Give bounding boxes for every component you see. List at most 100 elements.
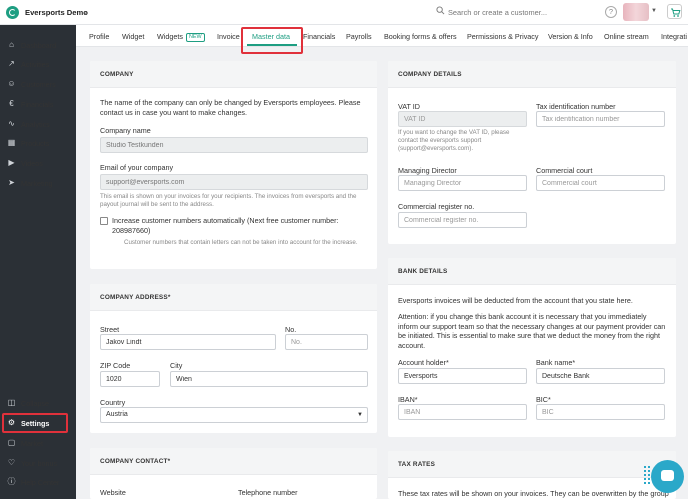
tab-widget[interactable]: Widget [122, 32, 144, 41]
settings-tabs: Profile Widget Widgets NEW Invoice Master… [76, 25, 688, 47]
vat-id-label: VAT ID [398, 102, 420, 111]
bank-intro: Eversports invoices will be deducted fro… [398, 296, 633, 305]
eversports-logo[interactable] [6, 6, 19, 19]
chat-button[interactable] [651, 460, 684, 493]
account-holder-field[interactable] [398, 368, 527, 384]
chat-handle[interactable] [644, 466, 650, 484]
tax-id-label: Tax identification number [536, 102, 616, 111]
sidebar-item-videos[interactable]: ▶ Videos [0, 154, 76, 172]
vat-id-field [398, 111, 527, 127]
tab-invoice[interactable]: Invoice [217, 32, 240, 41]
card-header: COMPANY DETAILS [388, 61, 676, 88]
tab-version-info[interactable]: Version & Info [548, 32, 593, 41]
org-name[interactable]: Eversports Demo [25, 8, 88, 17]
tax-rates-card: TAX RATES These tax rates will be shown … [388, 451, 676, 499]
sidebar-item-dashboard[interactable]: ⌂ Dashboard [0, 36, 76, 54]
analytics-icon: ∿ [8, 119, 15, 128]
avatar[interactable] [623, 3, 649, 21]
bank-attention: Attention: if you change this bank accou… [398, 312, 666, 350]
tax-id-field[interactable] [536, 111, 665, 127]
sidebar-item-market[interactable]: ▢ Market [0, 434, 76, 452]
company-details-card: COMPANY DETAILS VAT ID If you want to ch… [388, 61, 676, 244]
sidebar-item-help-center[interactable]: ⓘ Help Center [0, 473, 76, 491]
bic-field[interactable] [536, 404, 665, 420]
card-title: BANK DETAILS [398, 268, 448, 275]
card-header: COMPANY [90, 61, 377, 88]
tax-intro: These tax rates will be shown on your in… [398, 489, 669, 498]
increase-customer-numbers-checkbox[interactable] [100, 217, 108, 225]
sidebar-collapse[interactable]: ◫ Collapse [0, 394, 76, 412]
tab-widgets[interactable]: Widgets NEW [157, 32, 205, 42]
bank-name-field[interactable] [536, 368, 665, 384]
sidebar-item-customers[interactable]: ☺ Customers [0, 75, 76, 93]
euro-icon: € [9, 99, 14, 108]
tab-financials[interactable]: Financials [303, 32, 335, 41]
company-contact-card: COMPANY CONTACT* Website Telephone numbe… [90, 448, 377, 499]
street-field[interactable] [100, 334, 276, 350]
house-number-field[interactable] [285, 334, 368, 350]
customers-icon: ☺ [7, 79, 16, 88]
card-title: COMPANY [100, 71, 134, 78]
managing-director-field[interactable] [398, 175, 527, 191]
company-email-label: Email of your company [100, 163, 174, 172]
chevron-down-icon[interactable]: ▼ [651, 8, 657, 14]
search-icon [436, 6, 445, 15]
bic-label: BIC* [536, 395, 551, 404]
vat-id-hint: If you want to change the VAT ID, please… [398, 129, 510, 152]
company-address-card: COMPANY ADDRESS* Street No. ZIP Code Cit… [90, 284, 377, 433]
tab-permissions[interactable]: Permissions & Privacy [467, 32, 539, 41]
sidebar-item-products[interactable]: ▦ Products [0, 134, 76, 152]
commercial-court-field[interactable] [536, 175, 665, 191]
tab-payrolls[interactable]: Payrolls [346, 32, 372, 41]
settings-highlight [2, 413, 68, 433]
sidebar-item-financials[interactable]: € Financials [0, 95, 76, 113]
card-title: TAX RATES [398, 461, 436, 468]
bank-details-card: BANK DETAILS Eversports invoices will be… [388, 258, 676, 437]
card-header: COMPANY CONTACT* [90, 448, 377, 475]
card-header: COMPANY ADDRESS* [90, 284, 377, 311]
commercial-register-label: Commercial register no. [398, 202, 475, 211]
sidebar-item-bonus[interactable]: ♡ Your bonus [0, 454, 76, 472]
new-badge: NEW [185, 33, 205, 42]
collapse-icon: ◫ [7, 398, 16, 407]
activities-icon: ↗ [8, 59, 15, 68]
tab-integrations[interactable]: Integrati [661, 32, 687, 41]
country-select[interactable]: Austria ▼ [100, 407, 368, 423]
heart-icon: ♡ [7, 458, 16, 467]
tab-profile[interactable]: Profile [89, 32, 109, 41]
sidebar-item-activities[interactable]: ↗ Activities [0, 55, 76, 73]
help-icon[interactable]: ? [605, 6, 617, 18]
sidebar-item-marketing[interactable]: ➤ Marketing [0, 174, 76, 192]
card-header: TAX RATES [388, 451, 676, 478]
iban-label: IBAN* [398, 395, 418, 404]
increase-customer-numbers-hint: Customer numbers that contain letters ca… [124, 239, 358, 246]
chevron-down-icon: ▼ [357, 412, 363, 418]
city-field[interactable] [170, 371, 368, 387]
dashboard-icon: ⌂ [9, 40, 14, 49]
country-label: Country [100, 398, 126, 407]
company-name-field [100, 137, 368, 153]
chevron-down-icon[interactable]: ⌄ [82, 8, 88, 16]
zip-field[interactable] [100, 371, 160, 387]
cart-icon[interactable] [667, 4, 682, 19]
card-title: COMPANY CONTACT* [100, 458, 171, 465]
top-bar: Eversports Demo ⌄ ? ▼ [0, 0, 688, 25]
house-number-label: No. [285, 325, 297, 334]
sidebar-item-analytics[interactable]: ∿ Analytics [0, 115, 76, 133]
website-label: Website [100, 488, 126, 497]
tab-online-stream[interactable]: Online stream [604, 32, 649, 41]
search-input[interactable] [448, 6, 558, 19]
master-data-highlight [241, 27, 303, 54]
company-email-field [100, 174, 368, 190]
telephone-label: Telephone number [238, 488, 298, 497]
commercial-register-field[interactable] [398, 212, 527, 228]
tab-booking-forms[interactable]: Booking forms & offers [384, 32, 457, 41]
company-card: COMPANY The name of the company can only… [90, 61, 377, 269]
city-label: City [170, 361, 183, 370]
iban-field[interactable] [398, 404, 527, 420]
card-title: COMPANY DETAILS [398, 71, 462, 78]
managing-director-label: Managing Director [398, 166, 457, 175]
company-name-label: Company name [100, 126, 151, 135]
commercial-court-label: Commercial court [536, 166, 593, 175]
tab-widgets-label: Widgets [157, 32, 183, 41]
